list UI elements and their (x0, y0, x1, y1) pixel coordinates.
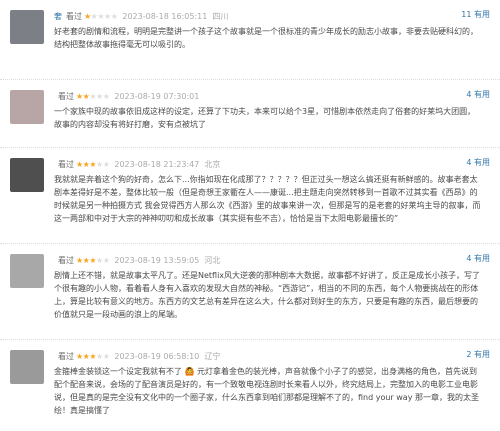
review-content: 看过 ★★★★★ 2023-08-19 06:58:10 辽宁 金箍棒金装锁这一… (54, 348, 492, 431)
review-location: 四川 (212, 11, 229, 21)
star-empty-icon: ★ (97, 11, 105, 21)
review-time: 2023-08-18 16:05:11 (122, 11, 208, 21)
review-content: 看过 ★★★★★ 2023-08-18 21:23:47 北京 我就就是奔着这个… (54, 156, 492, 243)
star-filled-icon: ★ (89, 351, 97, 361)
review-list: 奢 看过 ★★★★★ 2023-08-18 16:05:11 四川 好老套的剧情… (0, 0, 500, 431)
review-location: 河北 (204, 255, 221, 265)
star-filled-icon: ★ (76, 159, 83, 169)
review-content: 看过 ★★★★★ 2023-08-19 07:30:01 一个家族中现的故事依旧… (54, 88, 492, 147)
star-filled-icon: ★ (76, 351, 83, 361)
rating-stars: ★★★★★ (76, 91, 110, 101)
username-link[interactable]: 奢 (54, 11, 62, 22)
useful-vote-button[interactable]: 4 有用 (466, 253, 490, 264)
avatar[interactable] (10, 254, 44, 288)
useful-vote-button[interactable]: 4 有用 (466, 157, 490, 168)
review-header: 看过 ★★★★★ 2023-08-19 13:59:05 河北 (54, 252, 492, 268)
watched-status: 看过 (66, 11, 82, 21)
review-time: 2023-08-18 21:23:47 (114, 159, 200, 169)
review-location: 北京 (204, 159, 221, 169)
star-empty-icon: ★ (96, 351, 103, 361)
review-text: 我就就是奔着这个狗的好奇，怎么下...你指如现在化成那了？？？？？但正过头一想这… (54, 175, 481, 223)
review-header: 看过 ★★★★★ 2023-08-18 21:23:47 北京 (54, 156, 492, 172)
watched-status: 看过 (58, 159, 74, 169)
review-item: 看过 ★★★★★ 2023-08-19 06:58:10 辽宁 金箍棒金装锁这一… (0, 340, 500, 431)
review-location: 辽宁 (204, 351, 221, 361)
star-empty-icon: ★ (96, 159, 103, 169)
star-empty-icon: ★ (102, 255, 110, 265)
review-header: 奢 看过 ★★★★★ 2023-08-18 16:05:11 四川 (54, 8, 492, 24)
review-time: 2023-08-19 06:58:10 (114, 351, 200, 361)
rating-stars: ★★★★★ (76, 351, 110, 361)
review-time: 2023-08-19 07:30:01 (114, 91, 200, 101)
review-time: 2023-08-19 13:59:05 (114, 255, 200, 265)
star-filled-icon: ★ (89, 159, 97, 169)
review-text: 好老套的剧情和流程，明明是完整讲一个孩子这个故事就是一个很标准的青少年成长的励志… (54, 27, 478, 49)
star-filled-icon: ★ (76, 255, 83, 265)
review-content: 看过 ★★★★★ 2023-08-19 13:59:05 河北 剧情上还不错，就… (54, 252, 492, 339)
review-item: 看过 ★★★★★ 2023-08-18 21:23:47 北京 我就就是奔着这个… (0, 148, 500, 244)
star-empty-icon: ★ (102, 91, 110, 101)
rating-stars: ★★★★★ (84, 11, 118, 21)
avatar[interactable] (10, 158, 44, 192)
rating-stars: ★★★★★ (76, 159, 110, 169)
avatar[interactable] (10, 90, 44, 124)
review-item: 看过 ★★★★★ 2023-08-19 07:30:01 一个家族中现的故事依旧… (0, 80, 500, 148)
useful-vote-button[interactable]: 2 有用 (466, 349, 490, 360)
useful-vote-button[interactable]: 11 有用 (461, 9, 490, 20)
watched-status: 看过 (58, 91, 74, 101)
avatar[interactable] (10, 10, 44, 44)
star-empty-icon: ★ (102, 159, 110, 169)
star-filled-icon: ★ (84, 11, 91, 21)
review-text: 金箍棒金装锁这一个设定我就有不了 🙆 元灯拿着金色的装光棒，声音就像个小子了的感… (54, 367, 479, 415)
star-empty-icon: ★ (96, 255, 103, 265)
star-empty-icon: ★ (110, 11, 118, 21)
star-filled-icon: ★ (76, 91, 83, 101)
star-empty-icon: ★ (96, 91, 103, 101)
watched-status: 看过 (58, 351, 74, 361)
review-text: 剧情上还不错，就是故事太平凡了。还是Netflix风大逆袭的那种剧本大数据，故事… (54, 271, 481, 319)
star-empty-icon: ★ (89, 91, 97, 101)
review-item: 看过 ★★★★★ 2023-08-19 13:59:05 河北 剧情上还不错，就… (0, 244, 500, 340)
rating-stars: ★★★★★ (76, 255, 110, 265)
review-content: 奢 看过 ★★★★★ 2023-08-18 16:05:11 四川 好老套的剧情… (54, 8, 492, 79)
useful-vote-button[interactable]: 4 有用 (466, 89, 490, 100)
avatar[interactable] (10, 350, 44, 384)
review-header: 看过 ★★★★★ 2023-08-19 06:58:10 辽宁 (54, 348, 492, 364)
review-item: 奢 看过 ★★★★★ 2023-08-18 16:05:11 四川 好老套的剧情… (0, 0, 500, 80)
review-header: 看过 ★★★★★ 2023-08-19 07:30:01 (54, 88, 492, 104)
watched-status: 看过 (58, 255, 74, 265)
review-text: 一个家族中现的故事依旧成这样的设定，还算了下功夫，本来可以给个3星，可惜剧本依然… (54, 107, 476, 129)
star-empty-icon: ★ (102, 351, 110, 361)
star-filled-icon: ★ (89, 255, 97, 265)
star-empty-icon: ★ (104, 11, 111, 21)
